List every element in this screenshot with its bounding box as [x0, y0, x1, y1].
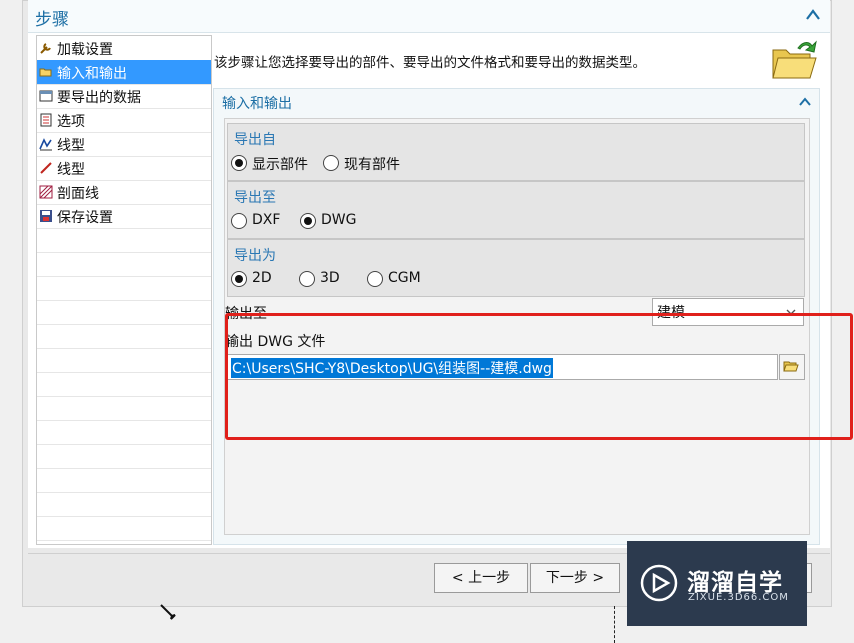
list-empty-row	[37, 276, 211, 301]
back-button[interactable]: < 上一步	[434, 563, 528, 593]
window-icon	[39, 90, 53, 102]
line-icon	[40, 162, 52, 174]
highlight-box	[225, 313, 853, 440]
next-button[interactable]: 下一步 >	[530, 563, 620, 593]
save-icon	[40, 210, 52, 222]
step-item-label: 保存设置	[57, 210, 113, 226]
linetype-icon	[39, 138, 52, 151]
radio-2d[interactable]	[231, 271, 247, 287]
steps-header	[28, 0, 830, 33]
list-empty-row	[37, 516, 211, 541]
step-item-data-to-export[interactable]: 要导出的数据	[37, 84, 211, 109]
list-empty-row	[37, 252, 211, 277]
dashed-guide-line	[614, 606, 615, 643]
export-as-group	[227, 239, 805, 297]
step-item-options[interactable]: 选项	[37, 108, 211, 133]
watermark-url: ZIXUE.3D66.COM	[688, 592, 789, 603]
list-empty-row	[37, 372, 211, 397]
radio-dwg-label: DWG	[321, 212, 357, 228]
chevron-up-icon	[799, 97, 811, 106]
radio-existing-part-label: 现有部件	[344, 157, 400, 173]
hatch-icon	[39, 185, 53, 199]
collapse-section-button[interactable]	[797, 94, 813, 110]
step-item-linetype-2[interactable]: 线型	[37, 156, 211, 181]
chevron-up-icon	[806, 9, 820, 20]
export-from-label: 导出自	[234, 132, 276, 148]
list-empty-row	[37, 492, 211, 517]
radio-3d[interactable]	[299, 271, 315, 287]
watermark: 溜溜自学 ZIXUE.3D66.COM	[627, 541, 807, 626]
export-to-label: 导出至	[234, 190, 276, 206]
list-empty-row	[37, 324, 211, 349]
step-item-label: 要导出的数据	[57, 90, 141, 106]
list-empty-row	[37, 228, 211, 253]
radio-cgm[interactable]	[367, 271, 383, 287]
step-item-linetype-1[interactable]: 线型	[37, 132, 211, 157]
steps-title: 步骤	[35, 10, 69, 30]
radio-display-part-label: 显示部件	[252, 157, 308, 173]
radio-dwg[interactable]	[300, 213, 316, 229]
step-item-hatch[interactable]: 剖面线	[37, 180, 211, 205]
step-item-input-output[interactable]: 输入和输出	[37, 60, 211, 85]
radio-2d-label: 2D	[252, 270, 272, 286]
list-empty-row	[37, 420, 211, 445]
export-from-group	[227, 123, 805, 181]
step-item-label: 剖面线	[57, 186, 99, 202]
step-item-label: 线型	[57, 138, 85, 154]
folder-open-icon	[39, 68, 52, 77]
collapse-steps-button[interactable]	[804, 6, 822, 24]
list-empty-row	[37, 444, 211, 469]
radio-existing-part[interactable]	[323, 155, 339, 171]
radio-cgm-label: CGM	[388, 270, 421, 286]
checklist-icon	[40, 113, 52, 127]
export-to-group	[227, 181, 805, 239]
step-description: 该步骤让您选择要导出的部件、要导出的文件格式和要导出的数据类型。	[214, 55, 646, 71]
io-section-title: 输入和输出	[222, 96, 292, 112]
export-as-label: 导出为	[234, 248, 276, 264]
radio-dxf[interactable]	[231, 213, 247, 229]
step-item-label: 加载设置	[57, 42, 113, 58]
play-logo-icon	[640, 564, 678, 602]
step-item-load-settings[interactable]: 加载设置	[37, 36, 211, 61]
step-item-label: 输入和输出	[57, 66, 127, 82]
step-item-save-settings[interactable]: 保存设置	[37, 204, 211, 229]
step-item-label: 线型	[57, 162, 85, 178]
radio-dxf-label: DXF	[252, 212, 281, 228]
wrench-icon	[40, 43, 51, 54]
steps-list: 加载设置 输入和输出 要导出的数据 选项 线型 线型 剖面线 保存设置	[36, 35, 212, 545]
list-empty-row	[37, 396, 211, 421]
folder-open-icon	[770, 36, 818, 82]
list-empty-row	[37, 468, 211, 493]
radio-display-part[interactable]	[231, 155, 247, 171]
step-item-label: 选项	[57, 114, 85, 130]
radio-3d-label: 3D	[320, 270, 340, 286]
list-empty-row	[37, 348, 211, 373]
pen-cursor-icon	[160, 604, 176, 620]
list-empty-row	[37, 300, 211, 325]
